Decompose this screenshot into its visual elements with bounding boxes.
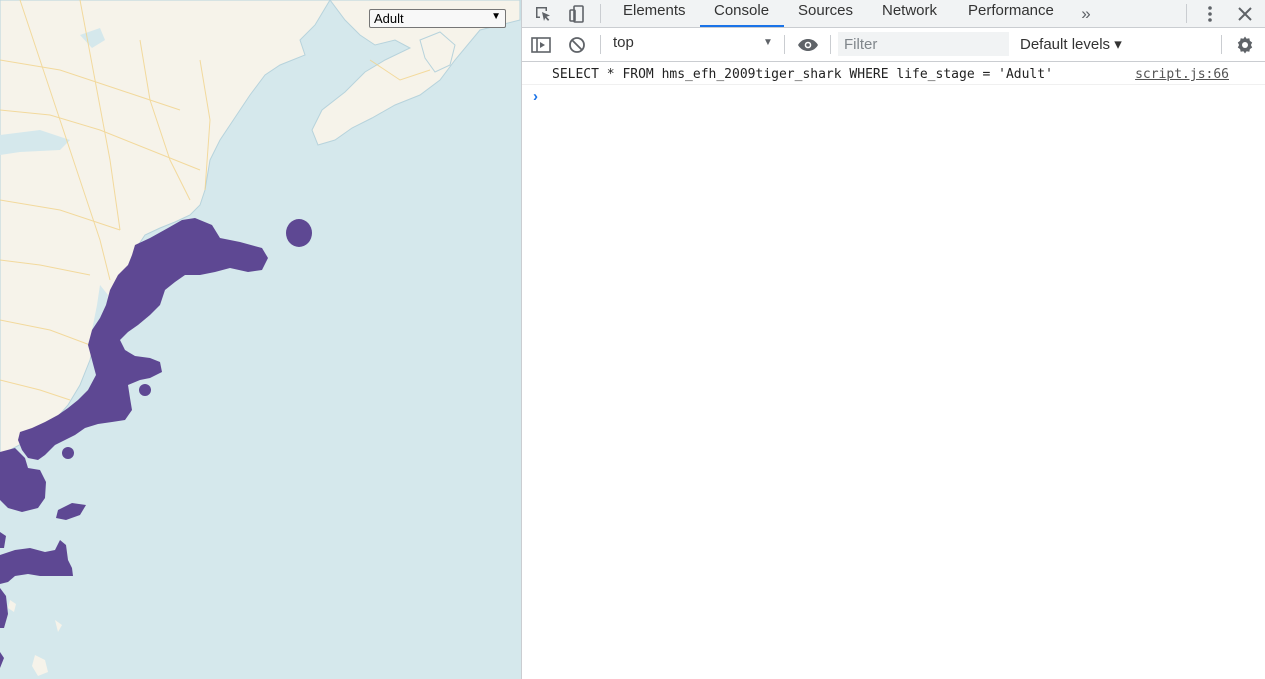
habitat-polygon <box>139 384 151 396</box>
toolbar-divider <box>830 35 831 54</box>
eye-icon[interactable] <box>796 31 820 58</box>
island <box>32 655 48 676</box>
devtools-tab-bar: Elements Console Sources Network Perform… <box>522 0 1265 28</box>
console-prompt[interactable]: › <box>522 85 1265 109</box>
filter-input[interactable] <box>838 32 1009 56</box>
more-tabs-icon[interactable]: » <box>1076 0 1096 27</box>
island <box>8 600 16 612</box>
device-toolbar-icon[interactable] <box>564 0 590 27</box>
inspect-element-icon[interactable] <box>530 0 556 27</box>
console-message-text: SELECT * FROM hms_efh_2009tiger_shark WH… <box>552 67 1053 82</box>
sidebar-toggle-icon[interactable] <box>530 31 552 58</box>
map-canvas[interactable] <box>0 0 521 679</box>
close-icon[interactable] <box>1234 0 1256 27</box>
gear-icon[interactable] <box>1234 31 1256 58</box>
console-source-link[interactable]: script.js:66 <box>1135 67 1229 82</box>
console-toolbar: top ▼ Default levels ▾ <box>522 28 1265 62</box>
clear-console-icon[interactable] <box>566 31 588 58</box>
tab-console[interactable]: Console <box>699 0 785 27</box>
prompt-chevron-icon: › <box>533 88 538 105</box>
chevron-down-icon[interactable]: ▼ <box>763 37 773 48</box>
habitat-polygon <box>0 532 6 548</box>
console-message: SELECT * FROM hms_efh_2009tiger_shark WH… <box>522 62 1265 85</box>
tab-network[interactable]: Network <box>882 0 937 27</box>
kebab-menu-icon[interactable] <box>1200 0 1220 27</box>
habitat-polygon <box>56 503 86 520</box>
tab-sources[interactable]: Sources <box>798 0 853 27</box>
toolbar-divider <box>600 4 601 23</box>
toolbar-divider <box>1186 4 1187 23</box>
habitat-polygon <box>0 588 8 628</box>
life-stage-select-value: Adult <box>374 11 404 26</box>
tab-elements[interactable]: Elements <box>623 0 686 27</box>
chevron-down-icon: ▼ <box>491 11 501 22</box>
toolbar-divider <box>784 35 785 54</box>
tab-performance[interactable]: Performance <box>968 0 1054 27</box>
habitat-polygon <box>62 447 74 459</box>
log-levels-dropdown[interactable]: Default levels ▾ <box>1020 35 1122 53</box>
toolbar-divider <box>1221 35 1222 54</box>
habitat-polygon <box>286 219 312 247</box>
island <box>55 620 62 632</box>
habitat-polygon <box>0 652 4 668</box>
life-stage-select[interactable]: Adult ▼ <box>369 9 506 28</box>
console-output[interactable]: SELECT * FROM hms_efh_2009tiger_shark WH… <box>522 62 1265 109</box>
context-selector[interactable]: top <box>613 34 634 51</box>
toolbar-divider <box>600 35 601 54</box>
devtools-panel: Elements Console Sources Network Perform… <box>522 0 1265 679</box>
habitat-polygon <box>0 540 73 584</box>
map-view[interactable]: Adult ▼ <box>0 0 521 679</box>
